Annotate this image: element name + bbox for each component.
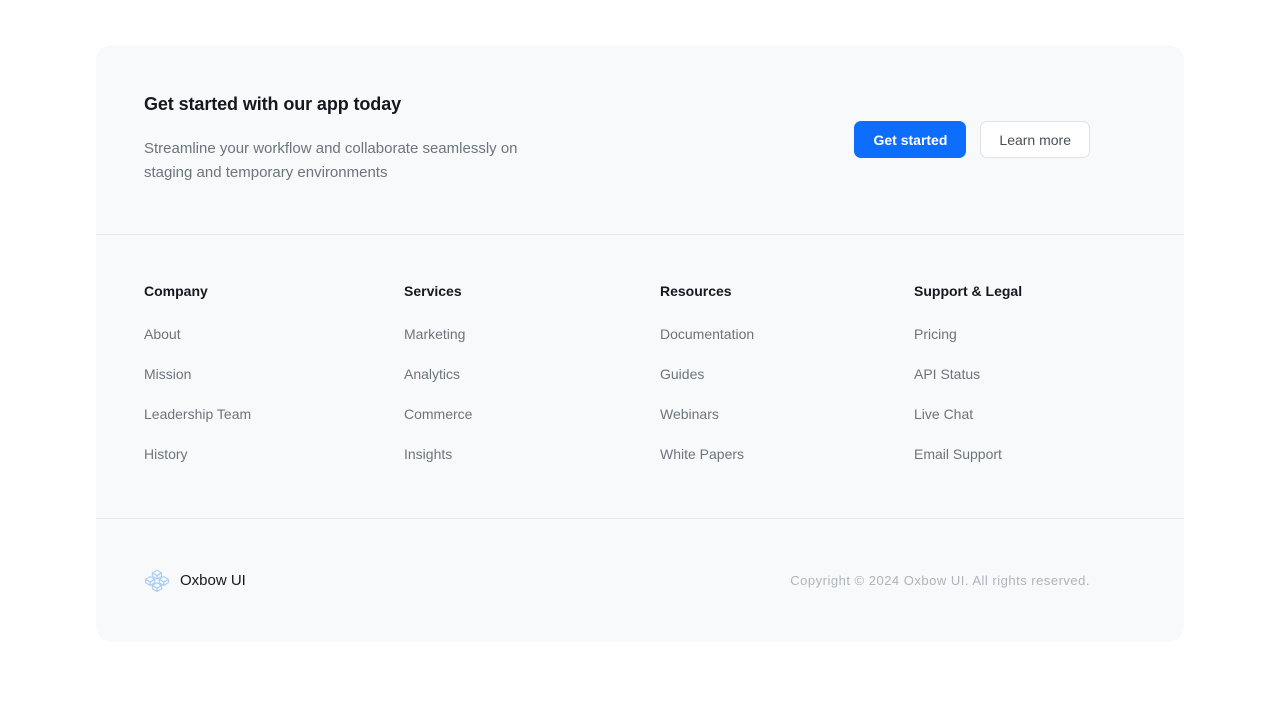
cta-copy: Get started with our app today Streamlin… xyxy=(144,94,544,185)
footer-link[interactable]: API Status xyxy=(914,366,980,382)
column-heading: Resources xyxy=(660,283,732,299)
footer-link[interactable]: Analytics xyxy=(404,366,460,382)
footer-card: Get started with our app today Streamlin… xyxy=(96,45,1184,642)
isometric-cube-cluster-icon xyxy=(145,569,169,592)
footer-column-company: Company About Mission Leadership Team Hi… xyxy=(144,283,404,462)
footer-link[interactable]: Guides xyxy=(660,366,704,382)
cta-title: Get started with our app today xyxy=(144,94,402,114)
footer-link[interactable]: Leadership Team xyxy=(144,406,251,422)
copyright-text: Copyright © 2024 Oxbow UI. All rights re… xyxy=(790,572,1090,588)
get-started-button[interactable]: Get started xyxy=(854,121,967,158)
column-heading: Support & Legal xyxy=(914,283,1023,299)
column-heading: Company xyxy=(144,283,208,299)
footer-link[interactable]: About xyxy=(144,326,181,342)
footer-link[interactable]: Webinars xyxy=(660,406,719,422)
footer-link[interactable]: Mission xyxy=(144,366,191,382)
cta-actions: Get started Learn more xyxy=(854,121,1090,158)
page-root: Get started with our app today Streamlin… xyxy=(0,0,1280,720)
footer-link[interactable]: History xyxy=(144,446,188,462)
footer-column-support-legal: Support & Legal Pricing API Status Live … xyxy=(914,283,1136,462)
footer-link[interactable]: Documentation xyxy=(660,326,754,342)
footer-bottom-bar: Oxbow UI Copyright © 2024 Oxbow UI. All … xyxy=(96,519,1184,642)
footer-link[interactable]: Marketing xyxy=(404,326,465,342)
footer-link[interactable]: White Papers xyxy=(660,446,744,462)
footer-link[interactable]: Live Chat xyxy=(914,406,973,422)
column-heading: Services xyxy=(404,283,462,299)
footer-link[interactable]: Commerce xyxy=(404,406,472,422)
brand-name: Oxbow UI xyxy=(180,571,246,589)
brand-logo[interactable]: Oxbow UI xyxy=(144,568,246,594)
cta-subtitle: Streamline your workflow and collaborate… xyxy=(144,140,518,181)
footer-link-columns: Company About Mission Leadership Team Hi… xyxy=(96,235,1184,519)
cta-section: Get started with our app today Streamlin… xyxy=(96,45,1184,235)
footer-column-resources: Resources Documentation Guides Webinars … xyxy=(660,283,914,462)
footer-link[interactable]: Insights xyxy=(404,446,452,462)
footer-link[interactable]: Email Support xyxy=(914,446,1002,462)
footer-link[interactable]: Pricing xyxy=(914,326,957,342)
footer-column-services: Services Marketing Analytics Commerce In… xyxy=(404,283,660,462)
learn-more-button[interactable]: Learn more xyxy=(980,121,1090,158)
